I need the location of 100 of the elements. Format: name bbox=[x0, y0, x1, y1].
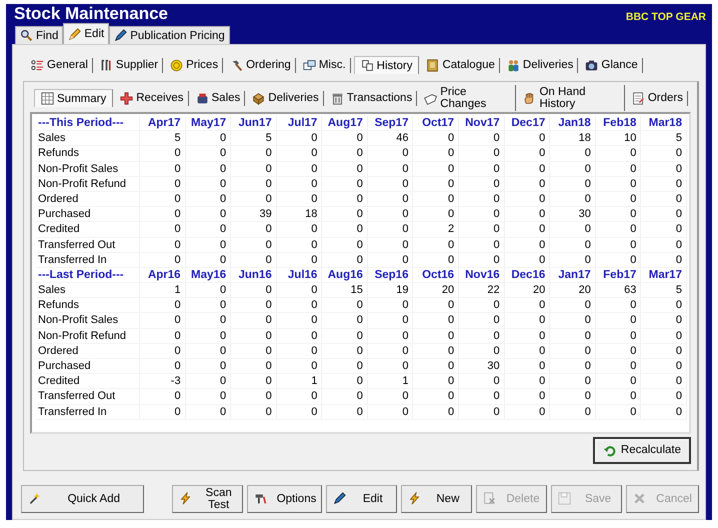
row-label: Non-Profit Refund bbox=[36, 176, 140, 192]
toolbar-button[interactable]: Edit bbox=[326, 484, 397, 513]
toolbar-button[interactable]: New bbox=[400, 484, 472, 513]
table-cell: 0 bbox=[368, 404, 414, 420]
tab[interactable]: Deliveries bbox=[248, 90, 324, 106]
table-cell: 0 bbox=[186, 298, 232, 314]
tab[interactable]: Deliveries bbox=[502, 58, 578, 72]
tab[interactable]: Publication Pricing bbox=[109, 26, 230, 44]
recalculate-button[interactable]: Recalculate bbox=[592, 436, 691, 464]
table-cell: 30 bbox=[550, 207, 596, 222]
tab[interactable]: Sales bbox=[192, 90, 246, 106]
table-cell: 0 bbox=[504, 344, 550, 359]
table-cell: 0 bbox=[596, 374, 642, 390]
table-cell: 63 bbox=[596, 283, 642, 298]
tab[interactable]: Ordering bbox=[226, 58, 296, 72]
tab[interactable]: Misc. bbox=[298, 58, 351, 72]
table-cell: 0 bbox=[322, 359, 368, 374]
table-cell: 0 bbox=[459, 192, 505, 208]
lightning-icon bbox=[408, 492, 421, 506]
undo-icon bbox=[602, 444, 616, 457]
tab[interactable]: Catalogue bbox=[422, 58, 500, 72]
column-header: Apr17 bbox=[140, 116, 186, 132]
table-cell: 0 bbox=[368, 313, 414, 329]
table-cell: 0 bbox=[322, 313, 368, 329]
table-cell: 0 bbox=[231, 252, 277, 268]
toolbar-button[interactable]: Scan Test bbox=[172, 484, 243, 513]
store-name: BBC TOP GEAR bbox=[626, 10, 706, 23]
table-cell: 46 bbox=[368, 131, 414, 146]
table-cell: 0 bbox=[231, 313, 277, 329]
table-cell: 0 bbox=[186, 146, 232, 162]
table-cell: 0 bbox=[596, 192, 642, 208]
notepad-icon bbox=[632, 92, 645, 104]
table-cell: 0 bbox=[231, 283, 277, 298]
tab[interactable]: History bbox=[354, 56, 420, 74]
table-cell: 0 bbox=[276, 252, 322, 268]
table-cell: 0 bbox=[413, 328, 460, 344]
cancel-icon bbox=[633, 492, 646, 506]
tools-icon bbox=[254, 492, 267, 506]
table-cell: 0 bbox=[231, 162, 277, 177]
column-header: Aug17 bbox=[322, 116, 368, 132]
table-cell: 0 bbox=[368, 162, 414, 177]
table-cell: 0 bbox=[322, 146, 368, 162]
table-cell: 0 bbox=[641, 328, 687, 344]
tab[interactable]: Orders bbox=[628, 90, 688, 106]
table-cell: 0 bbox=[413, 404, 460, 420]
table-cell: 0 bbox=[368, 328, 414, 344]
table-cell: 0 bbox=[596, 222, 642, 238]
period-heading: ---Last Period--- bbox=[36, 268, 140, 284]
row-label: Sales bbox=[36, 131, 140, 146]
table-cell: 0 bbox=[504, 192, 550, 208]
table-cell: 0 bbox=[322, 389, 368, 405]
tab[interactable]: General bbox=[27, 58, 93, 72]
window-title: Stock Maintenance bbox=[13, 4, 168, 24]
table-cell: 0 bbox=[186, 192, 232, 208]
tab[interactable]: Find bbox=[15, 26, 64, 44]
tab[interactable]: Transactions bbox=[326, 90, 418, 106]
table-cell: 0 bbox=[550, 313, 596, 329]
table-cell: 0 bbox=[231, 146, 277, 162]
row-label: Purchased bbox=[36, 359, 140, 374]
table-cell: 0 bbox=[504, 252, 550, 268]
table-cell: 0 bbox=[186, 176, 232, 192]
tab[interactable]: Price Changes bbox=[420, 85, 516, 111]
box-icon bbox=[252, 92, 266, 104]
tab[interactable]: Edit bbox=[63, 23, 110, 44]
tab[interactable]: Receives bbox=[116, 90, 189, 106]
tag-icon bbox=[424, 92, 438, 104]
table-cell: 0 bbox=[276, 192, 322, 208]
table-cell: 0 bbox=[186, 162, 232, 177]
table-cell: 0 bbox=[504, 404, 550, 420]
table-cell: 0 bbox=[276, 298, 322, 314]
table-cell: 0 bbox=[459, 298, 505, 314]
table-cell: 0 bbox=[231, 374, 277, 390]
toolbar-button[interactable]: Quick Add bbox=[21, 484, 144, 513]
table-cell: 18 bbox=[550, 131, 596, 146]
table-cell: 0 bbox=[368, 207, 414, 222]
tab[interactable]: Summary bbox=[34, 89, 114, 107]
table-cell: 2 bbox=[413, 222, 460, 238]
table-cell: 1 bbox=[276, 374, 322, 390]
table-cell: 15 bbox=[322, 283, 368, 298]
toolbar-button[interactable]: Options bbox=[246, 484, 322, 513]
table-cell: 0 bbox=[140, 313, 186, 329]
table-cell: 0 bbox=[322, 252, 368, 268]
tab[interactable]: Supplier bbox=[96, 58, 164, 72]
tab[interactable]: Glance bbox=[581, 58, 643, 72]
table-cell: 0 bbox=[140, 389, 186, 405]
tab[interactable]: Prices bbox=[166, 58, 224, 72]
row-label: Non-Profit Sales bbox=[36, 313, 140, 329]
table-cell: 0 bbox=[140, 328, 186, 344]
column-header: Sep16 bbox=[368, 268, 414, 284]
table-cell: 0 bbox=[550, 238, 596, 253]
table-cell: 0 bbox=[140, 207, 186, 222]
table-cell: 0 bbox=[276, 389, 322, 405]
table-cell: 0 bbox=[459, 222, 505, 238]
tab[interactable]: On Hand History bbox=[519, 85, 625, 111]
table-cell: 0 bbox=[322, 404, 368, 420]
table-cell: 0 bbox=[641, 222, 687, 238]
table-cell: 0 bbox=[550, 389, 596, 405]
table-cell: 0 bbox=[459, 146, 505, 162]
table-cell: 0 bbox=[459, 344, 505, 359]
table-cell: 0 bbox=[276, 359, 322, 374]
